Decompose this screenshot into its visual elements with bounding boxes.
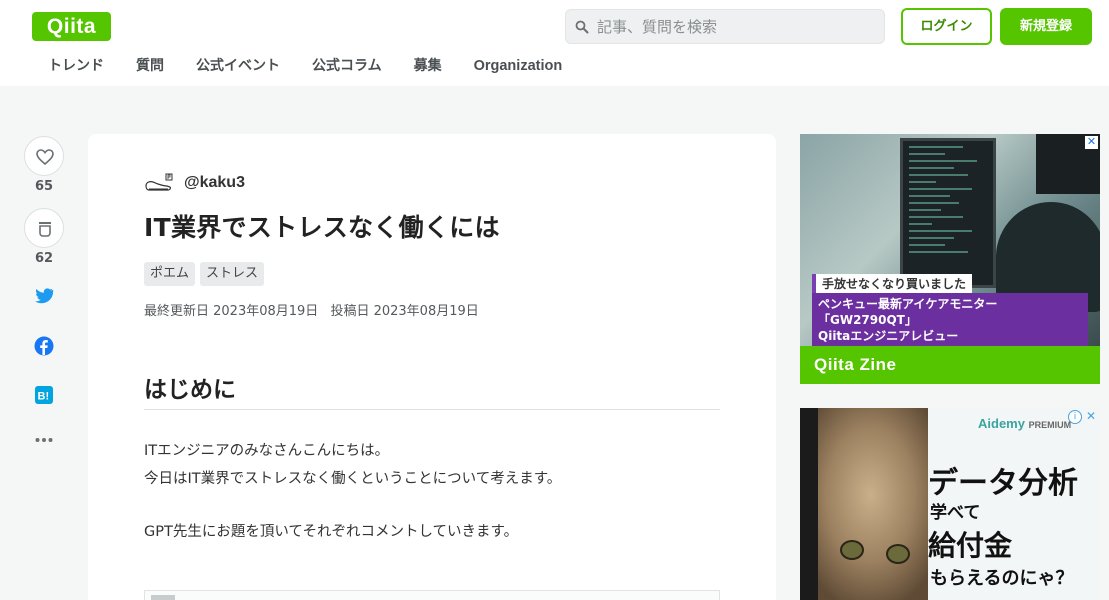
nav-organization[interactable]: Organization — [458, 54, 579, 80]
paragraph-line: ITエンジニアのみなさんこんにちは。 — [144, 443, 390, 459]
ad-brand: Qiita Zine — [800, 346, 1100, 384]
ad-catchphrase: 手放せなくなり買いました — [812, 274, 973, 293]
ad-caption: ペンキュー最新アイケアモニター「GW2790QT」 Qiitaエンジニアレビュー — [812, 293, 1088, 347]
cat-illustration — [800, 408, 928, 600]
block-marker — [151, 595, 175, 600]
paragraph-line: GPT先生にお題を頂いてそれぞれコメントしていきます。 — [144, 524, 519, 540]
nav-official-columns[interactable]: 公式コラム — [296, 54, 398, 80]
article-actions: 65 62 B! — [24, 136, 64, 456]
like-button[interactable] — [24, 136, 64, 176]
ad-close-icon[interactable]: ✕ — [1085, 136, 1098, 149]
share-facebook[interactable] — [24, 334, 64, 358]
tag-list: ポエム ストレス — [144, 262, 265, 286]
ad-headline: 給付金 — [928, 529, 1013, 562]
section-heading: はじめに — [144, 377, 236, 403]
share-twitter[interactable] — [24, 285, 64, 309]
embedded-block — [144, 590, 720, 600]
tag-stress[interactable]: ストレス — [200, 262, 265, 286]
article-card: @kaku3 IT業界でストレスなく働くには ポエム ストレス 最終更新日 20… — [88, 134, 776, 600]
share-hatena[interactable]: B! — [24, 383, 64, 407]
signup-button[interactable]: 新規登録 — [1000, 8, 1092, 45]
login-button[interactable]: ログイン — [901, 8, 992, 45]
qiita-logo[interactable]: Qiita — [32, 12, 111, 41]
aidemy-logo: Aidemy PREMIUM — [978, 416, 1071, 431]
hatena-bookmark-icon: B! — [35, 386, 53, 404]
nav-questions[interactable]: 質問 — [120, 54, 180, 80]
ad-caption-line: Qiitaエンジニアレビュー — [818, 329, 959, 343]
article-title: IT業界でストレスなく働くには — [144, 213, 500, 242]
article-dates: 最終更新日 2023年08月19日 投稿日 2023年08月19日 — [144, 300, 479, 319]
facebook-icon — [34, 336, 54, 356]
heading-divider — [144, 409, 720, 410]
aidemy-brand: Aidemy — [978, 416, 1025, 431]
ad-subline: 学べて — [930, 503, 981, 523]
tag-poem[interactable]: ポエム — [144, 262, 196, 286]
cat-eye — [840, 540, 864, 560]
twitter-icon — [35, 288, 54, 304]
paragraph-line: 今日はIT業界でストレスなく働くということについて考えます。 — [144, 471, 562, 487]
svg-text:B!: B! — [38, 391, 50, 403]
author-name[interactable]: @kaku3 — [184, 174, 245, 192]
ad-caption-line: ペンキュー最新アイケアモニター「GW2790QT」 — [818, 297, 998, 327]
ad-info-icon[interactable]: i — [1068, 410, 1082, 424]
search-icon — [575, 20, 589, 34]
nav-trend[interactable]: トレンド — [32, 54, 120, 80]
ad-subline: もらえるのにゃ？ — [930, 568, 1074, 589]
cat-eye — [886, 544, 910, 564]
search-box[interactable] — [565, 9, 885, 44]
photo-edge — [800, 408, 818, 600]
nav-official-events[interactable]: 公式イベント — [180, 54, 296, 80]
avatar-shoe-icon — [145, 173, 173, 191]
more-options[interactable] — [24, 432, 64, 456]
avatar[interactable] — [144, 172, 176, 194]
like-count: 65 — [34, 179, 54, 194]
more-icon — [35, 438, 53, 442]
stock-button[interactable] — [24, 208, 64, 248]
search-input[interactable] — [597, 10, 877, 43]
aidemy-brand-sub: PREMIUM — [1028, 420, 1072, 430]
ad-banner-aidemy[interactable]: Aidemy PREMIUM データ分析 学べて 給付金 もらえるのにゃ？ i … — [800, 408, 1100, 600]
nav-recruit[interactable]: 募集 — [398, 54, 458, 80]
posted-date: 投稿日 2023年08月19日 — [330, 304, 479, 319]
ad-headline: データ分析 — [928, 466, 1078, 501]
ad-banner-qiita-zine[interactable]: 手放せなくなり買いました ペンキュー最新アイケアモニター「GW2790QT」 Q… — [800, 134, 1100, 384]
updated-date: 最終更新日 2023年08月19日 — [144, 304, 319, 319]
heart-icon — [36, 149, 54, 166]
stock-count: 62 — [34, 251, 54, 266]
main-nav: トレンド 質問 公式イベント 公式コラム 募集 Organization — [32, 54, 578, 80]
ad-close-icon[interactable]: ✕ — [1084, 410, 1098, 424]
stock-icon — [39, 222, 51, 237]
site-header: Qiita ログイン 新規登録 トレンド 質問 公式イベント 公式コラム 募集 … — [0, 0, 1109, 86]
monitor-illustration — [900, 138, 996, 288]
author-info: @kaku3 — [144, 172, 245, 194]
